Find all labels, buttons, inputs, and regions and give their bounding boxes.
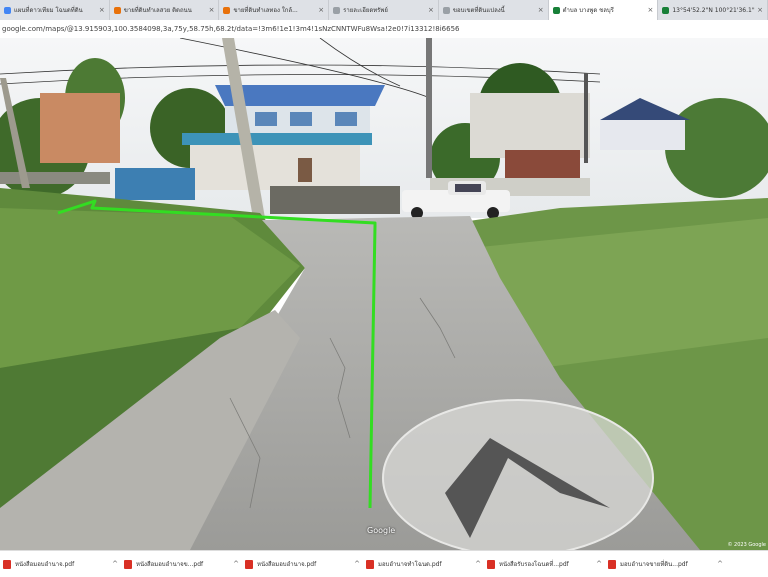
download-filename: หนังสือมอบอำนาจ.pdf — [257, 561, 317, 568]
tab-favicon-icon — [4, 6, 11, 14]
chevron-up-icon[interactable]: ^ — [475, 560, 481, 568]
tab-close-icon[interactable]: × — [99, 6, 105, 14]
pdf-file-icon — [3, 559, 11, 569]
address-bar[interactable]: google.com/maps/@13.915903,100.3584098,3… — [0, 20, 768, 39]
pdf-file-icon — [608, 559, 616, 569]
chevron-up-icon[interactable]: ^ — [354, 560, 360, 568]
tab-favicon-icon — [113, 6, 121, 14]
download-filename: หนังสือรับรองโฉนดที่...pdf — [499, 561, 569, 568]
street-view[interactable]: Google © 2023 Google — [0, 38, 768, 550]
utility-pole-3 — [584, 73, 588, 163]
tab-label: ตำบล บางพูด ชลบุรี — [562, 7, 614, 14]
tab-label: แผนที่ดาวเทียม โฉนดที่ดิน — [14, 7, 83, 14]
download-filename: หนังสือมอบอำนาจ.pdf — [15, 561, 75, 568]
google-watermark: Google — [367, 526, 396, 535]
download-filename: มอบอำนาจขายที่ดิน...pdf — [620, 561, 688, 568]
pdf-file-icon — [245, 559, 253, 569]
navigation-arrow[interactable] — [382, 399, 654, 550]
pdf-file-icon — [487, 559, 495, 569]
browser-tab[interactable]: รายละเอียดทรัพย์ × — [329, 0, 439, 20]
download-item[interactable]: มอบอำนาจทำโฉนด.pdf ^ — [363, 553, 484, 575]
chevron-up-icon[interactable]: ^ — [233, 560, 239, 568]
browser-tab[interactable]: ขอบเขตที่ดินแปลงนี้ × — [439, 0, 549, 20]
browser-tab[interactable]: ขายที่ดินทำเลทอง ใกล้... × — [219, 0, 330, 20]
tab-favicon-icon — [442, 6, 450, 14]
address-url[interactable]: google.com/maps/@13.915903,100.3584098,3… — [2, 25, 460, 33]
utility-pole-2 — [426, 38, 432, 178]
building-left — [40, 93, 120, 163]
wall-gate — [270, 186, 400, 214]
tab-favicon-icon — [552, 6, 560, 14]
tab-label: ขายที่ดินทำเลสวย ติดถนน — [123, 7, 192, 14]
downloads-bar: หนังสือมอบอำนาจ.pdf ^ หนังสือมอบอำนาจข...p… — [0, 550, 768, 577]
download-item[interactable]: มอบอำนาจขายที่ดิน...pdf ^ — [605, 553, 726, 575]
browser-tab[interactable]: แผนที่ดาวเทียม โฉนดที่ดิน × — [0, 0, 110, 20]
tab-label: 13°54'52.2"N 100°21'36.1" — [672, 6, 755, 14]
tab-strip: แผนที่ดาวเทียม โฉนดที่ดิน × ขายที่ดินทำเลส… — [0, 0, 768, 20]
browser-tab[interactable]: ขายที่ดินทำเลสวย ติดถนน × — [110, 0, 220, 20]
download-filename: หนังสือมอบอำนาจข...pdf — [136, 561, 204, 568]
download-item[interactable]: หนังสือมอบอำนาจ.pdf ^ — [242, 553, 363, 575]
tab-close-icon[interactable]: × — [647, 6, 653, 14]
browser-tab[interactable]: ตำบล บางพูด ชลบุรี × — [548, 0, 659, 20]
fence-left — [0, 172, 110, 184]
chevron-up-icon[interactable]: ^ — [112, 560, 118, 568]
tab-label: ขอบเขตที่ดินแปลงนี้ — [452, 7, 505, 14]
browser-tab[interactable]: 13°54'52.2"N 100°21'36.1" × — [658, 0, 768, 20]
pdf-file-icon — [124, 559, 132, 569]
tab-close-icon[interactable]: × — [428, 6, 434, 14]
download-filename: มอบอำนาจทำโฉนด.pdf — [378, 561, 442, 568]
tab-favicon-icon — [662, 6, 670, 14]
download-item[interactable]: หนังสือมอบอำนาจ.pdf ^ — [0, 553, 121, 575]
tab-close-icon[interactable]: × — [318, 6, 324, 14]
tab-close-icon[interactable]: × — [209, 6, 215, 14]
tab-close-icon[interactable]: × — [538, 6, 544, 14]
download-item[interactable]: หนังสือมอบอำนาจข...pdf ^ — [121, 553, 242, 575]
tab-favicon-icon — [333, 6, 341, 14]
chevron-up-icon[interactable]: ^ — [596, 560, 602, 568]
tab-close-icon[interactable]: × — [757, 6, 763, 14]
chevron-up-icon[interactable]: ^ — [717, 560, 723, 568]
tab-favicon-icon — [223, 6, 231, 14]
street-view-scene — [0, 38, 768, 550]
copyright-text: © 2023 Google — [727, 542, 766, 548]
tab-label: ขายที่ดินทำเลทอง ใกล้... — [233, 7, 298, 14]
download-item[interactable]: หนังสือรับรองโฉนดที่...pdf ^ — [484, 553, 605, 575]
tab-label: รายละเอียดทรัพย์ — [343, 7, 388, 14]
pdf-file-icon — [366, 559, 374, 569]
